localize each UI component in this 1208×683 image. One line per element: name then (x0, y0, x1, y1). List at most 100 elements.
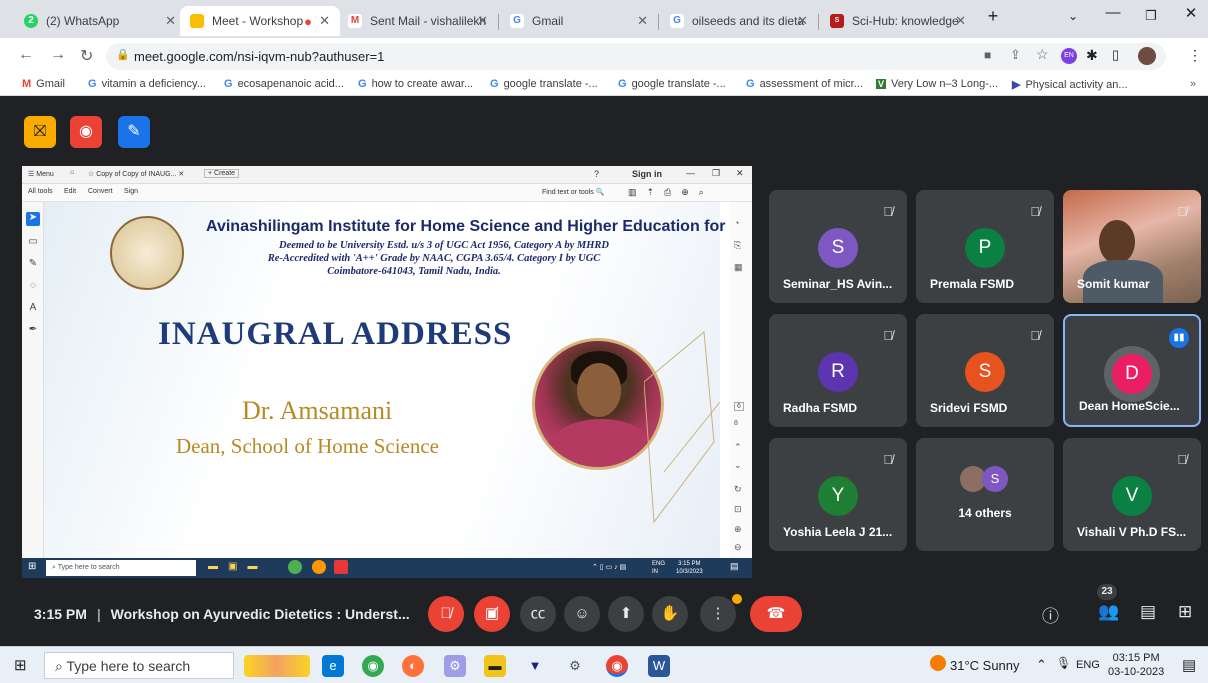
pdf-menu-convert[interactable]: Convert (88, 188, 113, 195)
bookmark-8[interactable]: ▶ Physical activity an... (1012, 78, 1128, 91)
tab-scihub[interactable]: S Sci-Hub: knowledge ✕ (820, 6, 976, 36)
pdf-create[interactable]: + Create (204, 169, 240, 178)
settings-icon[interactable]: ⚙ (564, 655, 586, 677)
app-icon[interactable]: ⚙ (444, 655, 466, 677)
bookmark-6[interactable]: Gassessment of micr... (746, 78, 863, 90)
zoom-in-icon[interactable]: ⊕ (734, 524, 742, 535)
bookmark-5[interactable]: Ggoogle translate -... (618, 78, 726, 90)
close-tab-icon[interactable]: ✕ (955, 13, 966, 29)
close-tab-icon[interactable]: ✕ (637, 13, 648, 29)
bookmark-3[interactable]: Ghow to create awar... (358, 78, 473, 90)
tab-whatsapp[interactable]: 2 (2) WhatsApp ✕ (14, 6, 186, 36)
shape-tool-icon[interactable]: ◌ (26, 280, 40, 294)
camera-toggle-button[interactable]: ▣̸ (474, 596, 510, 632)
close-tab-icon[interactable]: ✕ (477, 13, 488, 29)
fit-page-icon[interactable]: ⊡ (734, 504, 742, 515)
news-widget-icon[interactable] (244, 655, 310, 677)
weather-text[interactable]: 31°C Sunny (950, 658, 1020, 673)
participant-tile-video[interactable]: 🎙̸ Somit kumar (1063, 190, 1201, 303)
windows-start-icon[interactable]: ⊞ (14, 656, 27, 674)
sign-tool-icon[interactable]: ✒ (26, 324, 40, 338)
raise-hand-button[interactable]: ✋ (652, 596, 688, 632)
pdf-minimize[interactable]: — (686, 168, 695, 178)
back-icon[interactable]: ← (18, 46, 34, 64)
chrome-active-icon[interactable]: ◉ (606, 655, 628, 677)
bookmark-star-icon[interactable]: ☆ (1036, 46, 1049, 63)
pdf-tab[interactable]: ☆ Copy of Copy of INAUG... ✕ (88, 170, 184, 178)
address-bar[interactable]: 🔒 meet.google.com/nsi-iqvm-nub?authuser=… (106, 43, 1166, 70)
present-button[interactable]: ⬆ (608, 596, 644, 632)
notification-center-icon[interactable]: ▤ (1182, 656, 1196, 674)
participant-tile-speaking[interactable]: ▮▮ D Dean HomeScie... (1063, 314, 1201, 427)
taskbar-search-box[interactable]: ⌕ Type here to search (44, 652, 234, 679)
tab-meet[interactable]: Meet - Workshop ● ✕ (180, 6, 340, 36)
bookmark-gmail[interactable]: M Gmail (22, 78, 65, 90)
restore-button[interactable]: ❐ (1136, 8, 1166, 24)
home-icon[interactable]: ⌂ (70, 169, 74, 176)
more-bookmarks-icon[interactable]: » (1190, 78, 1196, 90)
tab-search-icon[interactable]: ⌄ (1058, 9, 1088, 23)
camera-in-use-icon[interactable]: ■ (984, 48, 991, 62)
notes-icon[interactable]: ✎ (118, 116, 150, 148)
pdf-sign-in[interactable]: Sign in (632, 169, 662, 179)
page-number[interactable]: 6 (734, 402, 744, 411)
pdf-menu-edit[interactable]: Edit (64, 188, 76, 195)
bookmark-4[interactable]: Ggoogle translate -... (490, 78, 598, 90)
pdf-menu[interactable]: ☰ Menu (28, 170, 54, 178)
close-tab-icon[interactable]: ✕ (319, 13, 330, 29)
bookmark-2[interactable]: Gecosapenanoic acid... (224, 78, 344, 90)
others-tile[interactable]: S 14 others (916, 438, 1054, 551)
participant-tile[interactable]: 🎙̸ Y Yoshia Leela J 21... (769, 438, 907, 551)
pdf-close[interactable]: ✕ (736, 168, 744, 179)
page-down-icon[interactable]: ⌄ (734, 460, 742, 471)
edge-icon[interactable]: e (322, 655, 344, 677)
extension-badge[interactable]: EN (1061, 48, 1077, 64)
help-icon[interactable]: ? (594, 169, 599, 179)
bookmark-7[interactable]: V Very Low n–3 Long-... (876, 78, 998, 90)
participant-tile[interactable]: 🎙̸ P Premala FSMD (916, 190, 1054, 303)
forward-icon[interactable]: → (50, 46, 66, 64)
mic-tray-icon[interactable]: 🎙 (1056, 656, 1071, 670)
chrome-icon[interactable]: ◉ (362, 655, 384, 677)
close-tab-icon[interactable]: ✕ (165, 13, 176, 29)
stop-presenting-icon[interactable]: ⛝ (24, 116, 56, 148)
leave-call-button[interactable]: ☎ (750, 596, 802, 632)
pen-tool-icon[interactable]: ✎ (26, 258, 40, 272)
taskbar-clock[interactable]: 03:15 PM 03-10-2023 (1108, 651, 1164, 679)
extensions-icon[interactable]: ✱ (1086, 47, 1098, 64)
zoom-out-icon[interactable]: ⊖ (734, 542, 742, 553)
pdf-menu-sign[interactable]: Sign (124, 188, 138, 195)
profile-avatar[interactable] (1138, 47, 1156, 65)
vscode-like-icon[interactable]: ▼ (524, 655, 546, 677)
select-tool-icon[interactable]: ➤ (26, 212, 40, 226)
page-up-icon[interactable]: ⌃ (734, 442, 742, 453)
side-panel-icon[interactable]: ▯ (1112, 47, 1119, 63)
mic-toggle-button[interactable]: 🎙̸ (428, 596, 464, 632)
recording-button[interactable]: ◉ (70, 116, 102, 148)
activities-icon[interactable]: ⊞ (1178, 602, 1192, 622)
bookmarks-panel-icon[interactable]: ⎘ (734, 240, 741, 251)
thumbnails-icon[interactable]: ▦ (734, 262, 743, 273)
participant-tile[interactable]: 🎙̸ V Vishali V Ph.D FS... (1063, 438, 1201, 551)
participant-tile[interactable]: 🎙̸ S Sridevi FSMD (916, 314, 1054, 427)
people-icon[interactable]: 👥 (1098, 602, 1119, 622)
tab-gmail[interactable]: G Gmail ✕ (500, 6, 658, 36)
tab-sent-mail[interactable]: M Sent Mail - vishalilekh ✕ (338, 6, 498, 36)
participant-tile[interactable]: 🎙̸ R Radha FSMD (769, 314, 907, 427)
close-window-button[interactable]: ✕ (1176, 4, 1206, 22)
share-icon[interactable]: ⇪ (1010, 47, 1021, 63)
pdf-restore[interactable]: ❐ (712, 168, 720, 179)
rotate-icon[interactable]: ↻ (734, 484, 742, 495)
close-tab-icon[interactable]: ✕ (797, 13, 808, 29)
word-icon[interactable]: W (648, 655, 670, 677)
pdf-find[interactable]: Find text or tools 🔍 (542, 188, 604, 196)
comments-icon[interactable]: ◔ (734, 218, 739, 228)
captions-button[interactable]: ㏄ (520, 596, 556, 632)
pdf-toolbar-icons[interactable]: ▥⇡⎙⊕⌕ (628, 187, 714, 198)
minimize-button[interactable]: — (1098, 4, 1128, 21)
comment-tool-icon[interactable]: ▭ (26, 236, 40, 250)
file-explorer-icon[interactable]: ▬ (484, 655, 506, 677)
new-tab-button[interactable]: + (978, 6, 1008, 27)
meeting-details-icon[interactable]: ⓘ (1042, 602, 1059, 627)
tab-oilseeds[interactable]: G oilseeds and its dieta ✕ (660, 6, 818, 36)
